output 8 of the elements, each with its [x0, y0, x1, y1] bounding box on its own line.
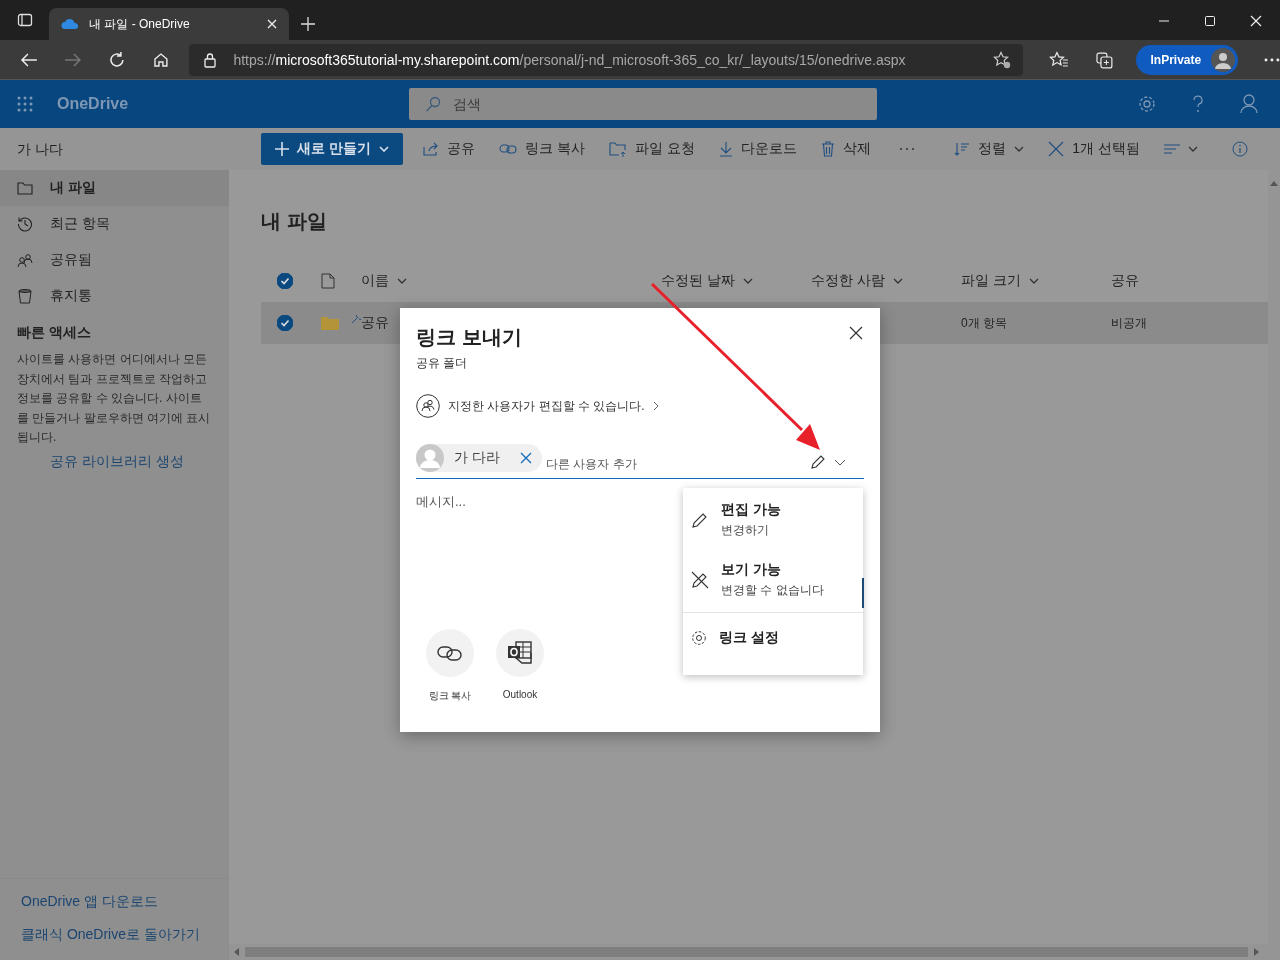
page-title: 내 파일 [261, 209, 328, 234]
table-cell: 비공개 [1111, 314, 1147, 332]
dialog-title: 링크 보내기 [416, 325, 522, 350]
table-cell: 0개 항목 [961, 314, 1007, 332]
user-name: 가 나다 [0, 128, 229, 170]
dialog-subtitle: 공유 폴더 [416, 355, 469, 372]
quick-access-text: 사이트를 사용하면 어디에서나 모든 장치에서 팀과 프로젝트로 작업하고 정보를 공유할 수 있습니다. 사이트를 만들거나 팔로우하면 여기에 표시됩니다. [17, 351, 212, 446]
section-heading: 빠른 액세스 [16, 323, 92, 342]
